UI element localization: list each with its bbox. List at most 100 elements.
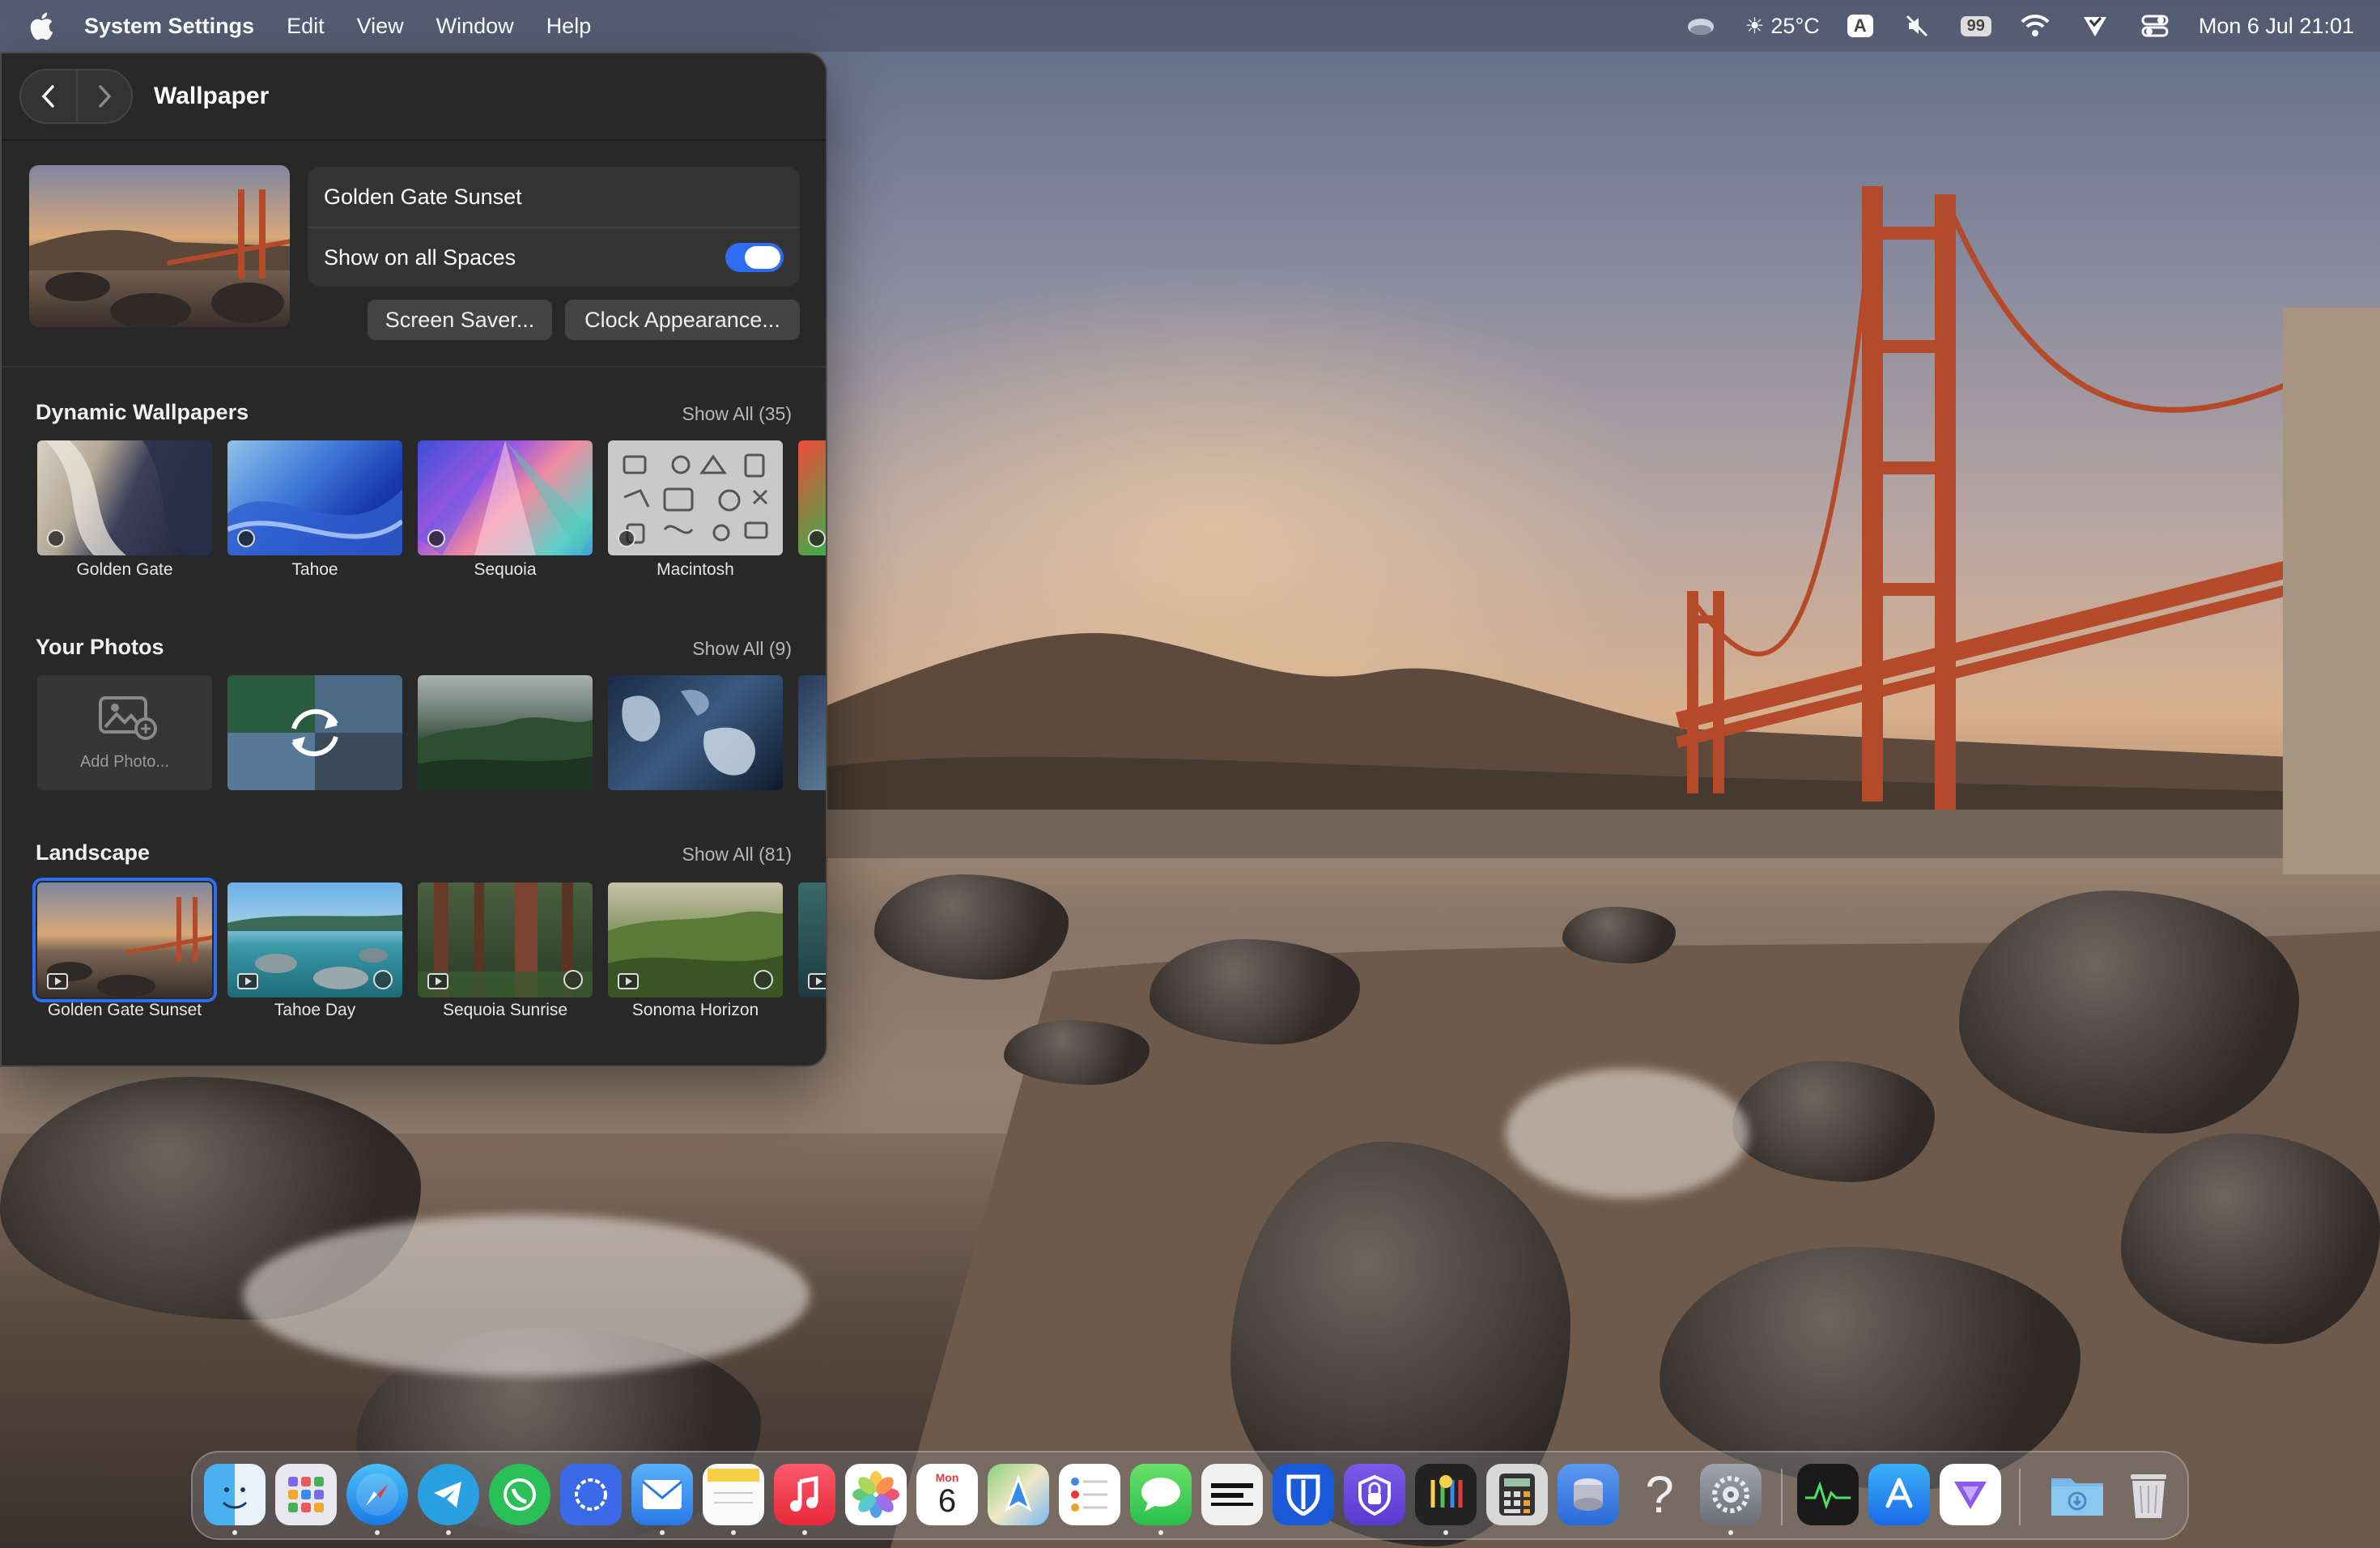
show-on-all-spaces-toggle[interactable] <box>725 243 784 272</box>
running-indicator <box>375 1530 380 1535</box>
activity-monitor-icon[interactable] <box>1797 1464 1859 1525</box>
video-icon <box>47 973 68 989</box>
dynamic-wallpaper-tahoe[interactable] <box>227 440 402 555</box>
edit-menu[interactable]: Edit <box>287 14 325 39</box>
wave-foam <box>243 1214 810 1376</box>
divider <box>2 366 826 368</box>
dynamic-icon <box>237 529 255 547</box>
show-on-all-spaces-label: Show on all Spaces <box>324 245 516 270</box>
clock-appearance-button[interactable]: Clock Appearance... <box>565 300 800 340</box>
dock-separator <box>2019 1469 2021 1525</box>
dynamic-wallpaper-macintosh[interactable] <box>608 440 783 555</box>
calculator-icon[interactable] <box>1486 1464 1548 1525</box>
page-title: Wallpaper <box>154 83 270 109</box>
input-source-indicator[interactable]: A <box>1847 15 1873 37</box>
photos-show-all-button[interactable]: Show All (9) <box>692 638 792 660</box>
dynamic-wallpaper-golden-gate[interactable] <box>37 440 212 555</box>
menu-bar: System Settings Edit View Window Help ☀ … <box>0 0 2380 52</box>
system-settings-icon[interactable] <box>1700 1464 1762 1525</box>
wifi-icon[interactable] <box>2019 10 2051 42</box>
running-indicator <box>232 1530 237 1535</box>
reminders-icon[interactable] <box>1059 1464 1120 1525</box>
photo-shuffle[interactable] <box>227 675 402 790</box>
mail-icon[interactable] <box>631 1464 693 1525</box>
add-photo-label: Add Photo... <box>79 753 170 771</box>
apple-menu-icon[interactable] <box>26 9 60 43</box>
signal-icon[interactable] <box>560 1464 622 1525</box>
thumb-label: Sequoia Sunrise <box>442 1001 568 1019</box>
landscape-show-all-button[interactable]: Show All (81) <box>682 844 792 865</box>
calendar-icon[interactable]: Mon 6 <box>916 1464 978 1525</box>
calendar-month: Mon <box>935 1471 959 1484</box>
screen-saver-button[interactable]: Screen Saver... <box>368 300 552 340</box>
disk-utility-icon[interactable] <box>1558 1464 1619 1525</box>
vpn-icon[interactable] <box>2079 10 2111 42</box>
rock <box>1150 939 1360 1044</box>
running-indicator <box>731 1530 736 1535</box>
view-menu[interactable]: View <box>357 14 404 39</box>
mute-icon[interactable] <box>1901 10 1933 42</box>
rock <box>2121 1133 2380 1344</box>
cloud-icon[interactable] <box>1685 10 1717 42</box>
dynamic-show-all-button[interactable]: Show All (35) <box>682 403 792 425</box>
finder-icon[interactable] <box>204 1464 266 1525</box>
landscape-title: Landscape <box>36 840 151 865</box>
dynamic-wallpaper-partial[interactable] <box>798 440 826 555</box>
clock[interactable]: Mon 6 Jul 21:01 <box>2199 14 2354 39</box>
music-icon[interactable] <box>774 1464 835 1525</box>
download-icon <box>754 970 773 989</box>
landscape-sequoia-sunrise[interactable] <box>418 882 593 997</box>
video-icon <box>808 973 826 989</box>
landscape-golden-gate-sunset[interactable] <box>32 878 217 1002</box>
add-photo-icon <box>99 696 157 740</box>
proton-icon[interactable] <box>1940 1464 2001 1525</box>
notes-icon[interactable] <box>703 1464 764 1525</box>
dynamic-icon <box>427 529 445 547</box>
help-icon[interactable]: ? <box>1629 1464 1690 1525</box>
download-icon <box>373 970 393 989</box>
chevron-right-icon <box>99 85 112 108</box>
help-menu[interactable]: Help <box>546 14 592 39</box>
download-icon <box>563 970 583 989</box>
downloads-folder-icon[interactable] <box>2046 1464 2108 1525</box>
dynamic-wallpaper-sequoia[interactable] <box>418 440 593 555</box>
maps-icon[interactable] <box>988 1464 1049 1525</box>
vpn-app-icon[interactable] <box>1344 1464 1405 1525</box>
photo-ice-abstract[interactable] <box>608 675 783 790</box>
dock: Mon 6 ? <box>191 1451 2189 1540</box>
telegram-icon[interactable] <box>418 1464 479 1525</box>
wallpaper-name: Golden Gate Sunset <box>324 184 522 209</box>
wave-foam <box>1506 1069 1749 1198</box>
photo-forest-mist[interactable] <box>418 675 593 790</box>
video-icon <box>618 973 639 989</box>
messages-icon[interactable] <box>1130 1464 1192 1525</box>
landscape-partial[interactable] <box>798 882 826 997</box>
add-photo-button[interactable]: Add Photo... <box>37 675 212 790</box>
running-indicator <box>660 1530 665 1535</box>
keychain-icon[interactable] <box>1415 1464 1477 1525</box>
wallpaper-info-card: Golden Gate Sunset Show on all Spaces <box>308 167 800 287</box>
forward-button[interactable] <box>76 70 131 122</box>
dynamic-wallpapers-title: Dynamic Wallpapers <box>36 400 249 424</box>
window-menu[interactable]: Window <box>436 14 514 39</box>
safari-icon[interactable] <box>346 1464 408 1525</box>
launchpad-icon[interactable] <box>275 1464 337 1525</box>
app-store-icon[interactable] <box>1868 1464 1930 1525</box>
weather-widget[interactable]: ☀ 25°C <box>1745 14 1820 39</box>
photo-partial[interactable] <box>798 675 826 790</box>
back-button[interactable] <box>21 70 76 122</box>
trash-icon[interactable] <box>2118 1464 2179 1525</box>
status-area: ☀ 25°C A 99 Mon 6 Jul 21:01 <box>1685 10 2354 42</box>
app-menu[interactable]: System Settings <box>84 14 254 39</box>
terminal-icon[interactable] <box>1201 1464 1263 1525</box>
bitwarden-icon[interactable] <box>1273 1464 1334 1525</box>
landscape-sonoma-horizon[interactable] <box>608 882 783 997</box>
battery-indicator[interactable]: 99 <box>1960 15 1991 36</box>
landscape-tahoe-day[interactable] <box>227 882 402 997</box>
current-wallpaper-preview[interactable] <box>29 165 290 327</box>
whatsapp-icon[interactable] <box>489 1464 550 1525</box>
calendar-day: 6 <box>937 1483 957 1519</box>
photos-icon[interactable] <box>845 1464 907 1525</box>
control-center-icon[interactable] <box>2139 10 2171 42</box>
weather-temperature: 25°C <box>1770 13 1820 38</box>
